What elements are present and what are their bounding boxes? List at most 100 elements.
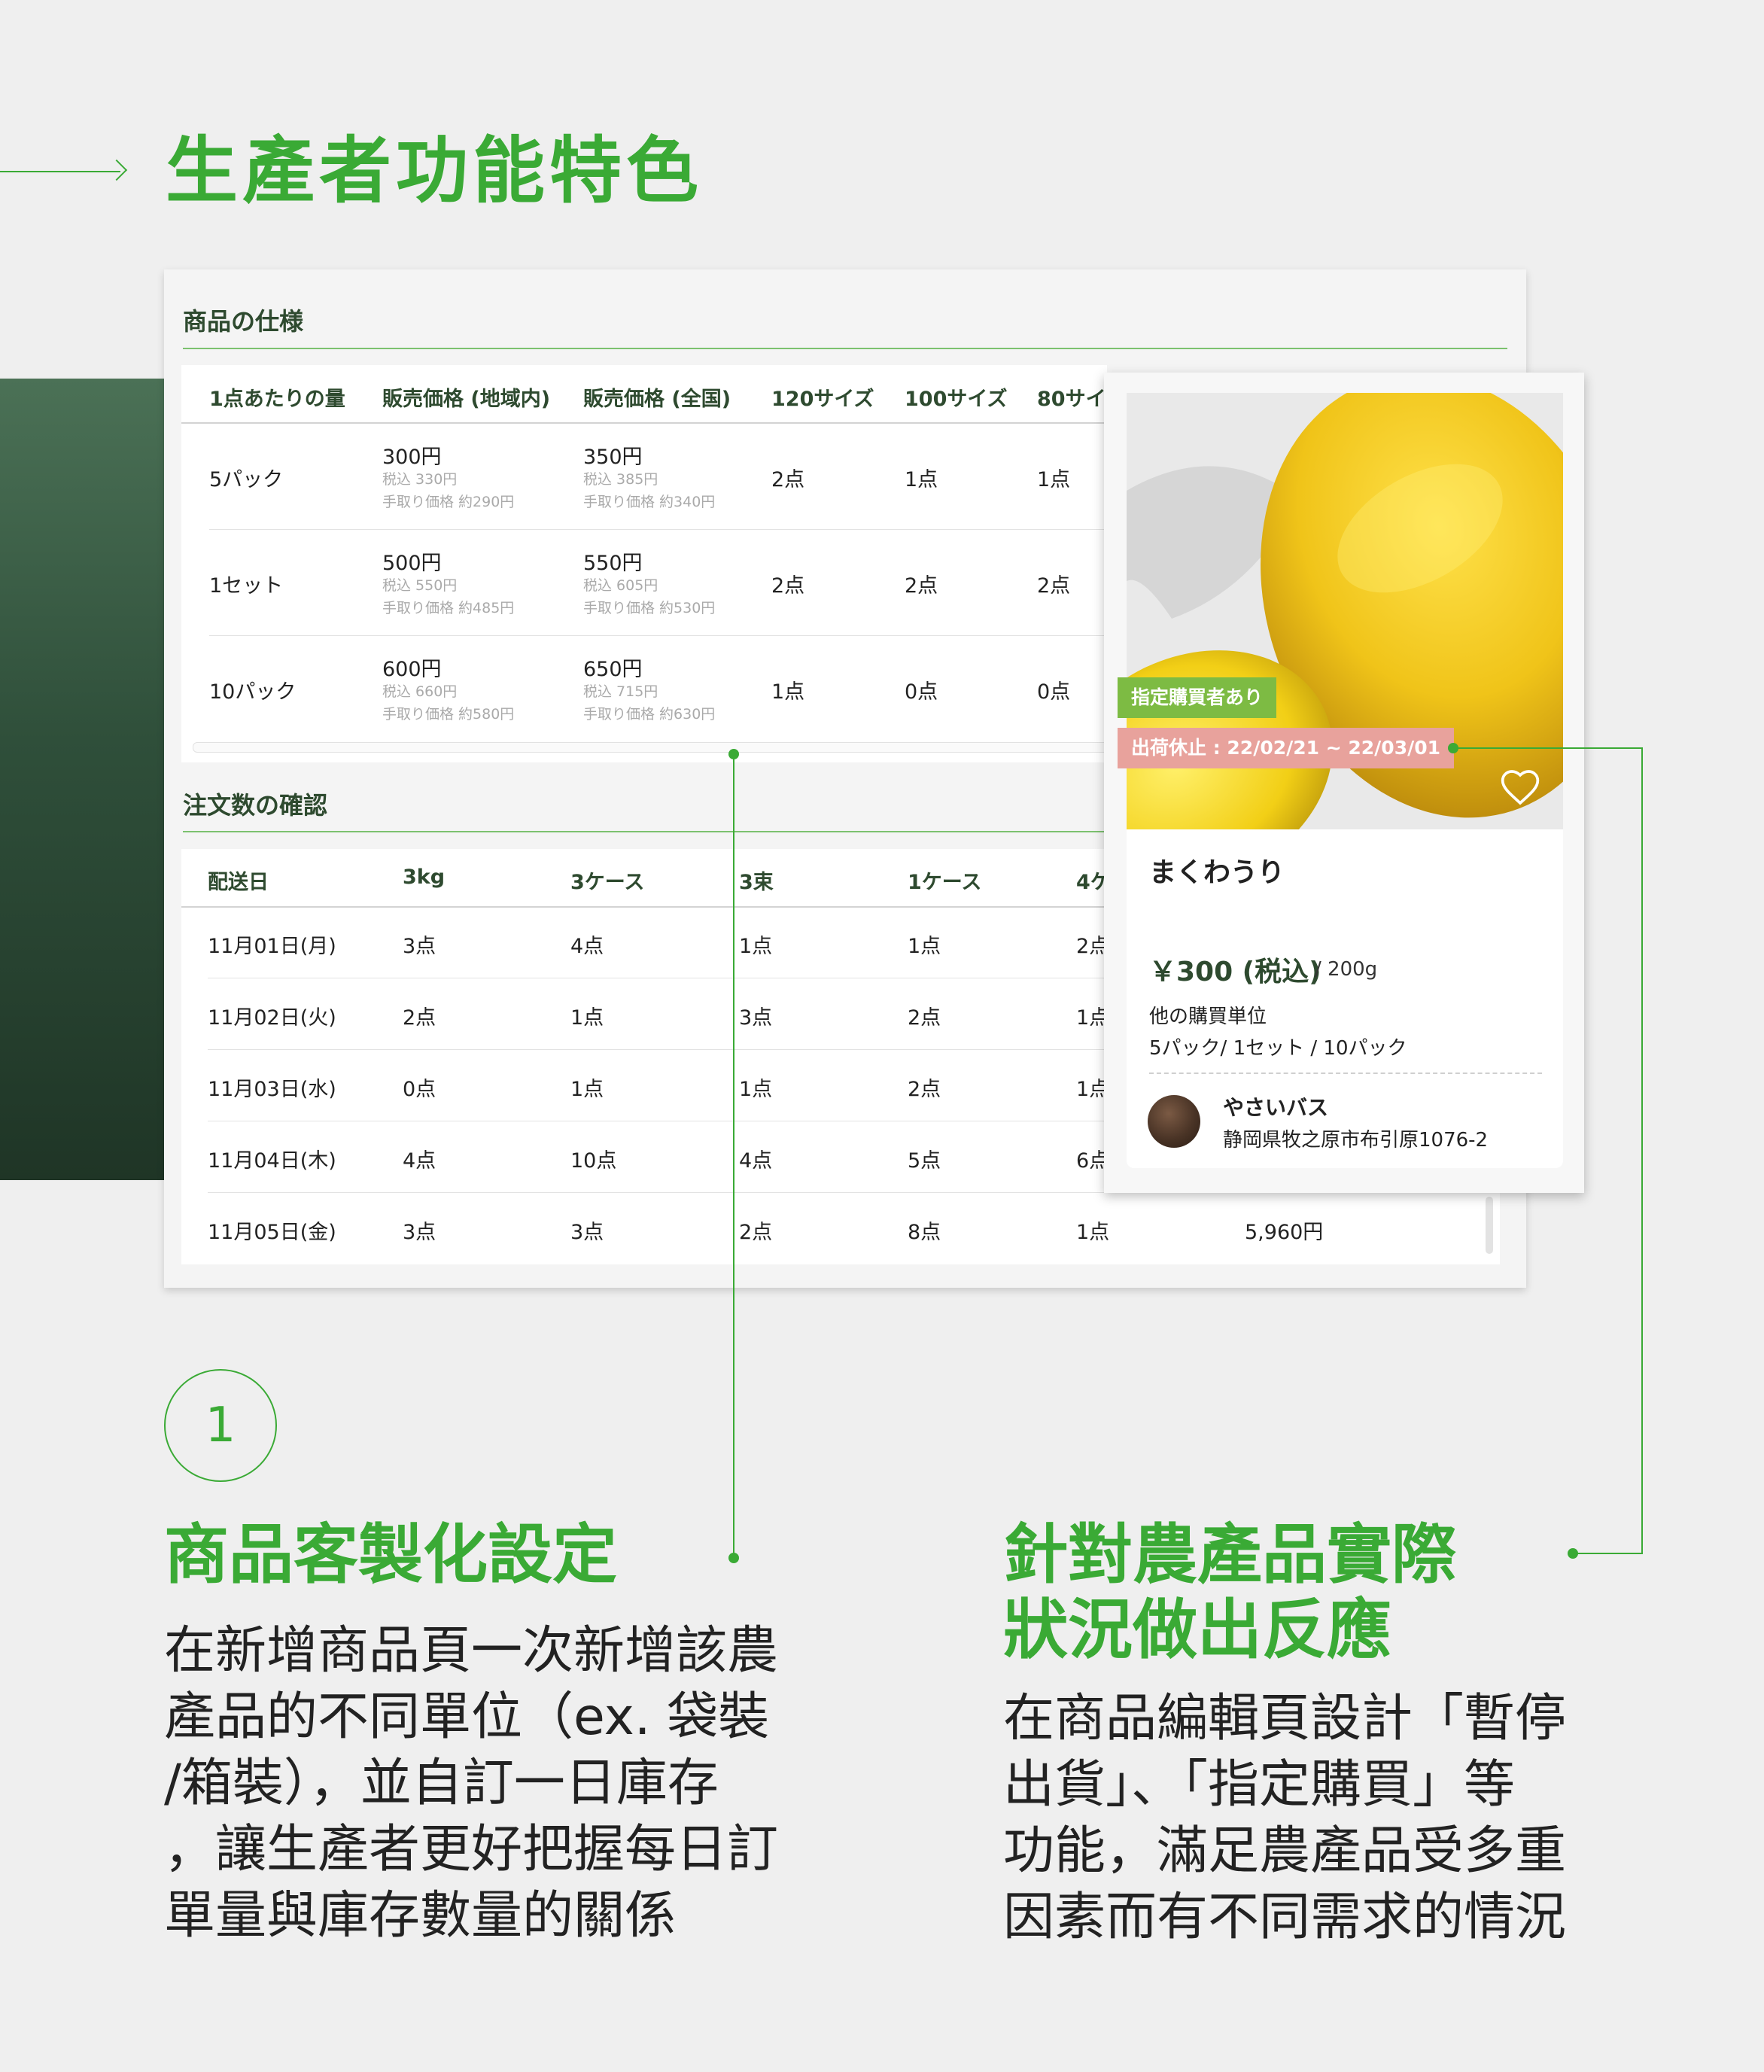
feature-title-line: 針對農產品實際 (1003, 1517, 1456, 1593)
spec-row-national-take: 手取り価格 約340円 (583, 494, 716, 510)
orders-cell: 4点 (403, 1149, 436, 1173)
orders-cell: 2点 (908, 1078, 941, 1101)
orders-cell: 2点 (403, 1006, 436, 1030)
spec-row-s100: 1点 (905, 468, 938, 491)
page-title: 生產者功能特色 (166, 129, 703, 213)
spec-row-s100: 0点 (905, 680, 938, 704)
spec-header-size-120: 120サイズ (771, 388, 874, 411)
orders-cell: 1点 (739, 935, 773, 958)
spec-row-national-tax: 税込 605円 (583, 577, 658, 594)
orders-cell-date: 11月02日(火) (208, 1006, 336, 1030)
connector-line (1453, 747, 1643, 749)
feature-body-line: 出貨」、「指定購買」等 (1003, 1755, 1516, 1815)
seller-address: 静岡県牧之原市布引原1076-2 (1223, 1129, 1489, 1152)
card-divider (1149, 1073, 1542, 1074)
feature-body-line: 因素而有不同需求的情況 (1003, 1888, 1567, 1947)
orders-cell: 10点 (570, 1149, 617, 1173)
spec-row-local-price: 600円 (382, 658, 442, 681)
feature-title: 商品客製化設定 (164, 1517, 617, 1593)
orders-cell-date: 11月01日(月) (208, 935, 336, 958)
spec-row-qty: 5パック (209, 468, 284, 491)
orders-cell: 1点 (908, 935, 941, 958)
spec-header-qty: 1点あたりの量 (209, 388, 345, 411)
spec-row-divider (209, 635, 1107, 636)
feature-title: 針對農產品實際 狀況做出反應 (1003, 1517, 1456, 1668)
orders-header-date: 配送日 (208, 871, 269, 894)
feature-body-line: 單量與庫存數量的關係 (164, 1886, 677, 1946)
spec-row-national-price: 650円 (583, 658, 643, 681)
orders-cell: 2点 (908, 1006, 941, 1030)
spec-row-national-tax: 税込 715円 (583, 683, 658, 700)
orders-cell: 4点 (739, 1149, 773, 1173)
spec-row-divider (209, 529, 1107, 530)
spec-row-national-price: 350円 (583, 446, 643, 469)
orders-cell: 3点 (403, 1221, 436, 1244)
spec-row-s100: 2点 (905, 574, 938, 598)
spec-header-size-100: 100サイズ (905, 388, 1008, 411)
heart-icon[interactable] (1499, 766, 1541, 808)
orders-cell: 0点 (403, 1078, 436, 1101)
spec-row-local-take: 手取り価格 約580円 (382, 706, 515, 723)
spec-header-local-price: 販売価格 (地域内) (382, 388, 551, 411)
seller-name: やさいバス (1223, 1095, 1329, 1120)
feature-number-badge: 1 (164, 1369, 277, 1482)
feature-body-line: /箱裝），並自訂一日庫存 (164, 1754, 719, 1813)
product-name: まくわうり (1149, 857, 1285, 888)
spec-row-local-take: 手取り価格 約485円 (382, 600, 515, 616)
spec-row-local-take: 手取り価格 約290円 (382, 494, 515, 510)
spec-header-divider (181, 422, 1107, 424)
orders-section-title: 注文数の確認 (183, 791, 328, 820)
orders-table-scrollbar[interactable] (1486, 1197, 1493, 1254)
spec-section-rule (183, 348, 1507, 349)
connector-line (733, 754, 734, 1558)
spec-row-local-tax: 税込 330円 (382, 471, 458, 488)
connector-dot (728, 1553, 739, 1563)
spec-header-size-80: 80サイ (1037, 388, 1106, 411)
feature-body: 在新增商品頁一次新增該農 產品的不同單位（ex. 袋裝 /箱裝），並自訂一日庫存… (164, 1618, 826, 1949)
connector-line (1641, 747, 1643, 1554)
spec-row-national-take: 手取り価格 約530円 (583, 600, 716, 616)
orders-cell: 3点 (739, 1006, 773, 1030)
orders-header-col: 3ケース (570, 871, 645, 894)
spec-header-national-price: 販売価格 (全国) (583, 388, 731, 411)
decorative-green-band (0, 379, 166, 1180)
seller-avatar (1148, 1095, 1200, 1148)
arrow-right-icon (105, 159, 128, 181)
spec-row-s120: 2点 (771, 468, 805, 491)
orders-cell-date: 11月03日(水) (208, 1078, 336, 1101)
orders-section-rule (183, 831, 1109, 832)
feature-body: 在商品編輯頁設計「暫停 出貨」、「指定購買」等 功能，滿足農產品受多重 因素而有… (1003, 1686, 1673, 1951)
feature-body-line: 功能，滿足農產品受多重 (1003, 1821, 1567, 1881)
orders-cell: 5点 (908, 1149, 941, 1173)
feature-body-line: ，讓生產者更好把握每日訂 (164, 1820, 779, 1879)
spec-table-scrollbar[interactable] (193, 742, 1109, 753)
shipping-suspended-badge: 出荷休止 : 22/02/21 ~ 22/03/01 (1118, 728, 1455, 768)
orders-cell: 2点 (739, 1221, 773, 1244)
orders-cell: 1点 (1076, 1221, 1110, 1244)
spec-section-title: 商品の仕様 (183, 307, 304, 336)
orders-cell: 8点 (908, 1221, 941, 1244)
orders-header-col: 3束 (739, 871, 774, 894)
orders-cell: 1点 (570, 1006, 604, 1030)
other-units-label: 他の購買単位 (1149, 1006, 1267, 1028)
product-unit: / 200g (1315, 958, 1378, 981)
spec-row-s120: 1点 (771, 680, 805, 704)
arrow-line (0, 171, 120, 172)
designated-buyer-badge: 指定購買者あり (1118, 677, 1277, 718)
feature-title-line: 狀況做出反應 (1003, 1593, 1391, 1668)
spec-row-s80: 1点 (1037, 468, 1071, 491)
orders-cell: 1点 (739, 1078, 773, 1101)
orders-cell: 3点 (403, 935, 436, 958)
orders-cell: 3点 (570, 1221, 604, 1244)
other-units: 5パック/ 1セット / 10パック (1149, 1037, 1407, 1060)
spec-row-national-price: 550円 (583, 552, 643, 575)
spec-row-local-tax: 税込 660円 (382, 683, 458, 700)
connector-line (1577, 1553, 1643, 1554)
feature-body-line: 產品的不同單位（ex. 袋裝 (164, 1687, 770, 1747)
spec-row-local-price: 500円 (382, 552, 442, 575)
spec-row-qty: 10パック (209, 680, 297, 704)
spec-row-s80: 0点 (1037, 680, 1071, 704)
feature-body-line: 在新增商品頁一次新增該農 (164, 1621, 779, 1681)
orders-cell-date: 11月04日(木) (208, 1149, 336, 1173)
feature-body-line: 在商品編輯頁設計「暫停 (1003, 1689, 1567, 1748)
